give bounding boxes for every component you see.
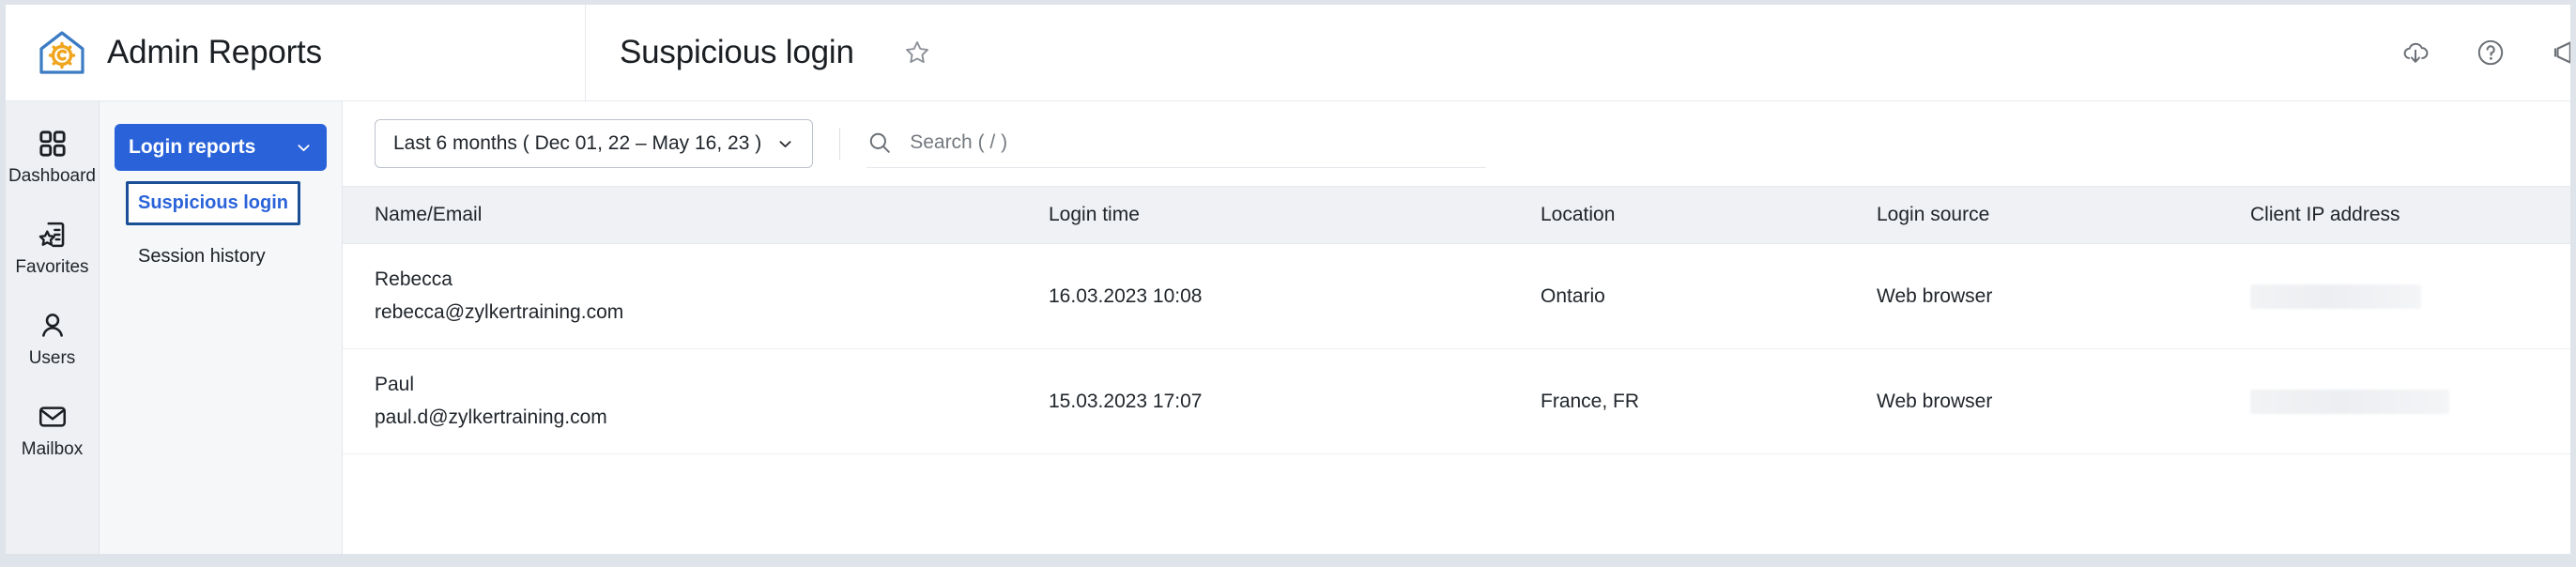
group-button-label: Login reports <box>129 136 256 158</box>
sidebar-item-users[interactable]: Users <box>6 306 99 373</box>
sidebar-item-favorites[interactable]: Favorites <box>6 215 99 282</box>
cell-client-ip <box>2250 389 2570 414</box>
search-area <box>866 119 1487 168</box>
chevron-down-icon <box>776 135 794 153</box>
user-email: paul.d@zylkertraining.com <box>375 406 607 428</box>
sidebar-item-suspicious-login[interactable]: Suspicious login <box>126 181 301 225</box>
cell-name-email: Rebecca rebecca@zylkertraining.com <box>343 268 1049 324</box>
brand-area[interactable]: Admin Reports <box>6 5 586 100</box>
chevron-down-icon <box>295 139 313 157</box>
cell-name-email: Paul paul.d@zylkertraining.com <box>343 374 1049 429</box>
sidebar-item-label: Dashboard <box>8 166 96 186</box>
sidebar-item-label: Mailbox <box>21 439 84 459</box>
filter-toolbar: Last 6 months ( Dec 01, 22 – May 16, 23 … <box>343 101 2570 186</box>
cell-location: France, FR <box>1541 390 1640 412</box>
top-bar: Admin Reports Suspicious login <box>6 5 2570 101</box>
cell-login-source: Web browser <box>1877 284 1993 307</box>
sidebar-item-session-history[interactable]: Session history <box>126 238 327 276</box>
suspicious-login-table: Name/Email Login time Location Login sou… <box>343 186 2570 454</box>
table-row[interactable]: Rebecca rebecca@zylkertraining.com 16.03… <box>343 244 2570 349</box>
sidebar-item-label: Users <box>28 348 76 368</box>
star-outline-icon[interactable] <box>879 38 928 67</box>
user-name: Paul <box>375 374 415 395</box>
redacted-ip-bar <box>2250 389 2449 414</box>
column-header-client-ip: Client IP address <box>2250 204 2400 225</box>
user-name: Rebecca <box>375 268 452 290</box>
cell-login-time: 15.03.2023 17:07 <box>1049 390 1203 412</box>
envelope-icon <box>37 401 69 433</box>
cloud-download-icon[interactable] <box>2400 37 2431 69</box>
table-header-row: Name/Email Login time Location Login sou… <box>343 186 2570 244</box>
redacted-ip-bar <box>2250 284 2421 309</box>
cell-client-ip <box>2250 284 2570 309</box>
search-icon <box>866 130 893 156</box>
top-bar-actions <box>2400 5 2570 100</box>
sidebar-item-dashboard[interactable]: Dashboard <box>6 124 99 191</box>
user-email: rebecca@zylkertraining.com <box>375 301 624 323</box>
cell-login-time: 16.03.2023 10:08 <box>1049 284 1203 307</box>
cell-location: Ontario <box>1541 284 1605 307</box>
search-input[interactable] <box>910 130 1487 154</box>
toolbar-divider <box>839 128 841 160</box>
column-header-name-email: Name/Email <box>375 204 483 225</box>
column-header-login-source: Login source <box>1877 204 1990 225</box>
date-range-selector[interactable]: Last 6 months ( Dec 01, 22 – May 16, 23 … <box>375 119 814 168</box>
megaphone-icon[interactable] <box>2550 37 2570 69</box>
document-star-icon <box>37 219 69 251</box>
main-content: Last 6 months ( Dec 01, 22 – May 16, 23 … <box>343 101 2570 554</box>
column-header-login-time: Login time <box>1049 204 1140 225</box>
icon-rail: Dashboard Favorites Users Mailbox <box>6 101 100 554</box>
table-row[interactable]: Paul paul.d@zylkertraining.com 15.03.202… <box>343 349 2570 454</box>
date-range-label: Last 6 months ( Dec 01, 22 – May 16, 23 … <box>393 132 762 154</box>
sidebar-item-label: Favorites <box>15 257 89 277</box>
cell-login-source: Web browser <box>1877 390 1993 412</box>
app-body: Dashboard Favorites Users Mailbox Login … <box>6 101 2570 554</box>
app-window: Admin Reports Suspicious login Dashboard… <box>0 0 2576 567</box>
person-icon <box>37 310 69 342</box>
home-gear-icon <box>36 26 88 79</box>
secondary-nav-list: Suspicious login Session history <box>115 181 327 276</box>
page-title: Suspicious login <box>620 34 854 70</box>
sidebar-item-mailbox[interactable]: Mailbox <box>6 397 99 464</box>
login-reports-group-button[interactable]: Login reports <box>115 124 327 171</box>
top-bar-main: Suspicious login <box>586 5 2570 100</box>
help-icon[interactable] <box>2475 37 2507 69</box>
secondary-nav: Login reports Suspicious login Session h… <box>100 101 343 554</box>
column-header-location: Location <box>1541 204 1616 225</box>
brand-title: Admin Reports <box>107 34 322 70</box>
grid-squares-icon <box>37 128 69 160</box>
